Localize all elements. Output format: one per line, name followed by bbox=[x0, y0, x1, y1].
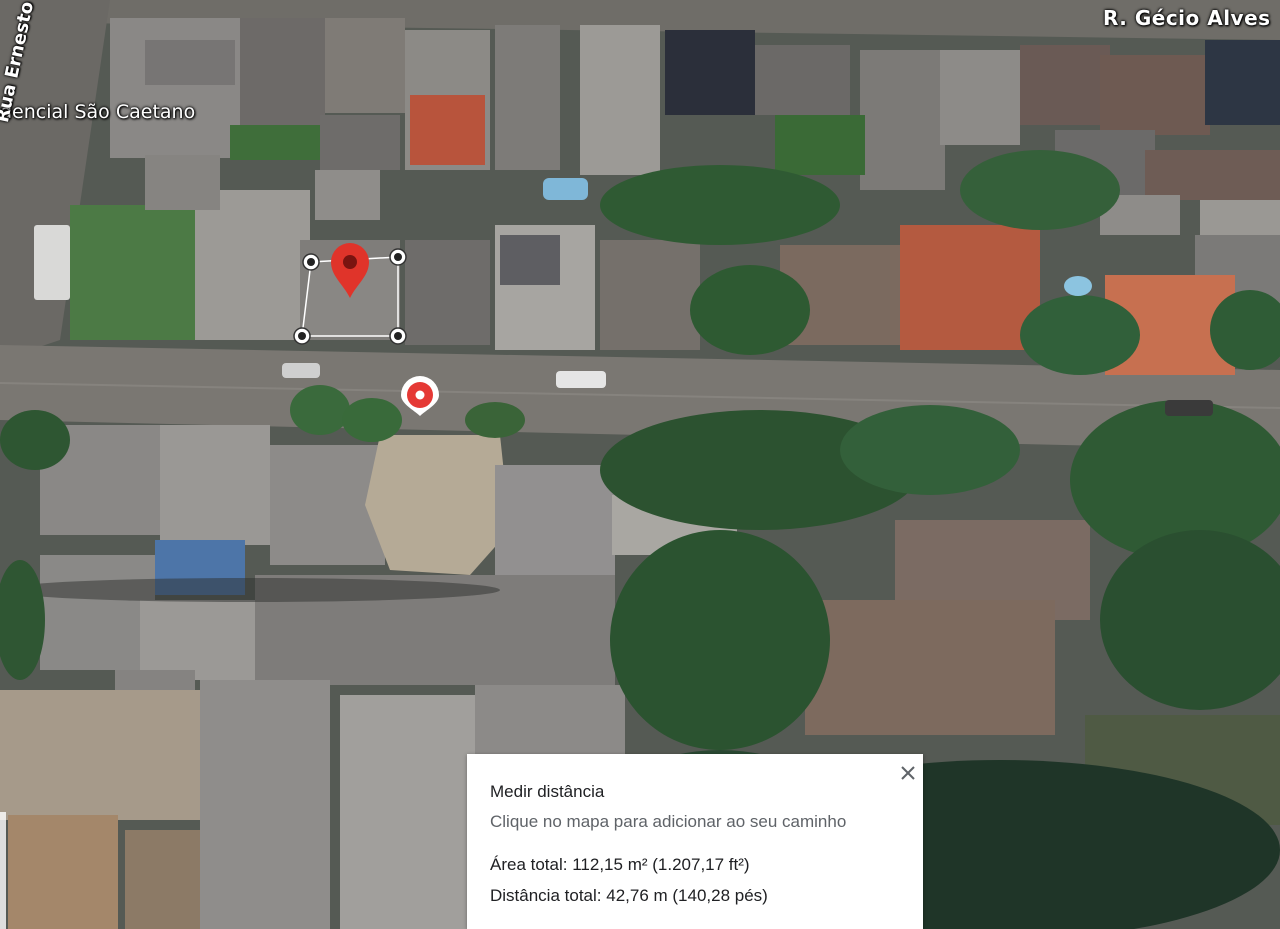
total-distance-value: 42,76 m (140,28 pés) bbox=[606, 886, 768, 905]
north-block bbox=[34, 18, 1280, 375]
car bbox=[1165, 400, 1213, 416]
street-label-gecio-alves: R. Gécio Alves bbox=[1103, 6, 1271, 30]
close-icon[interactable] bbox=[895, 760, 921, 786]
vertex-handle[interactable] bbox=[293, 327, 311, 345]
panel-title: Medir distância bbox=[490, 782, 605, 801]
vertex-handle[interactable] bbox=[389, 327, 407, 345]
car bbox=[556, 371, 606, 388]
vertex-handle[interactable] bbox=[389, 248, 407, 266]
total-area: Área total: 112,15 m² (1.207,17 ft²) bbox=[490, 855, 750, 875]
total-distance: Distância total: 42,76 m (140,28 pés) bbox=[490, 886, 768, 906]
total-area-value: 112,15 m² (1.207,17 ft²) bbox=[572, 855, 750, 874]
side-panel-edge[interactable] bbox=[0, 812, 6, 929]
total-area-label: Área total: bbox=[490, 855, 568, 874]
condominium-label: dencial São Caetano bbox=[0, 101, 196, 123]
car bbox=[282, 363, 320, 378]
panel-hint: Clique no mapa para adicionar ao seu cam… bbox=[490, 812, 847, 831]
total-distance-label: Distância total: bbox=[490, 886, 602, 905]
vertex-handle[interactable] bbox=[302, 253, 320, 271]
measure-distance-panel: Medir distância Clique no mapa para adic… bbox=[467, 754, 923, 929]
